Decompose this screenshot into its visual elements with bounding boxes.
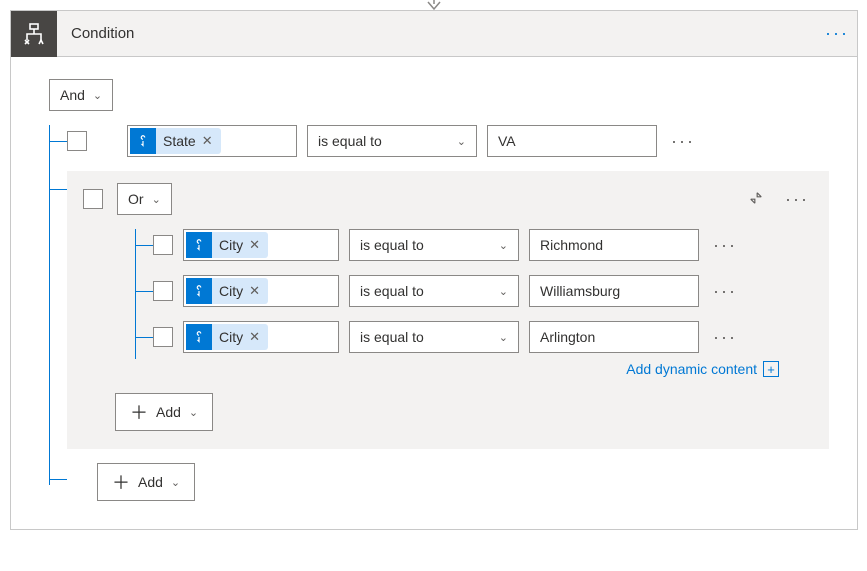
value-text: Arlington	[540, 329, 595, 345]
chevron-down-icon: ⌄	[171, 476, 180, 489]
root-logic-select[interactable]: And ⌄	[49, 79, 113, 111]
field-token: State ✕	[130, 128, 221, 154]
value-text: VA	[498, 133, 516, 149]
chevron-down-icon: ⌄	[189, 406, 198, 419]
field-label: City	[219, 329, 243, 345]
field-label: City	[219, 237, 243, 253]
field-label: City	[219, 283, 243, 299]
remove-token-icon[interactable]: ✕	[249, 237, 260, 253]
nested-logic-label: Or	[128, 191, 144, 207]
operator-label: is equal to	[360, 329, 424, 345]
chevron-down-icon: ⌄	[152, 193, 161, 206]
operator-label: is equal to	[360, 283, 424, 299]
operator-select[interactable]: is equal to ⌄	[349, 275, 519, 307]
trigger-icon	[186, 324, 212, 350]
remove-token-icon[interactable]: ✕	[202, 133, 213, 149]
card-menu-button[interactable]: ···	[817, 23, 857, 44]
operator-label: is equal to	[360, 237, 424, 253]
row-menu-button[interactable]: ···	[667, 131, 699, 152]
outer-add-row: ＋ Add ⌄	[67, 463, 829, 501]
trigger-icon	[186, 278, 212, 304]
nested-add-row: ＋ Add ⌄	[115, 393, 813, 431]
add-label: Add	[156, 404, 181, 420]
condition-row: State ✕ is equal to ⌄ VA ···	[67, 125, 829, 157]
flow-arrow-icon	[424, 0, 444, 11]
trigger-icon	[130, 128, 156, 154]
condition-card: Condition ··· And ⌄ State ✕	[10, 10, 858, 530]
operator-select[interactable]: is equal to ⌄	[349, 321, 519, 353]
row-checkbox[interactable]	[153, 281, 173, 301]
card-title: Condition	[57, 25, 817, 42]
row-checkbox[interactable]	[153, 327, 173, 347]
root-logic-label: And	[60, 87, 85, 103]
condition-body: And ⌄ State ✕ is equal to	[11, 57, 857, 529]
operator-select[interactable]: is equal to ⌄	[349, 229, 519, 261]
chevron-down-icon: ⌄	[499, 331, 508, 344]
field-token: City ✕	[186, 324, 268, 350]
condition-row: City ✕ is equal to ⌄ Richmond ···	[153, 229, 813, 261]
field-token-box[interactable]: City ✕	[183, 229, 339, 261]
nested-header: Or ⌄ ···	[83, 183, 813, 215]
root-tree: State ✕ is equal to ⌄ VA ···	[49, 125, 829, 501]
field-token-box[interactable]: City ✕	[183, 321, 339, 353]
dynamic-content-row: Add dynamic content +	[153, 353, 813, 377]
outer-add-button[interactable]: ＋ Add ⌄	[97, 463, 195, 501]
plus-icon: ＋	[130, 399, 148, 425]
value-input[interactable]: VA	[487, 125, 657, 157]
operator-label: is equal to	[318, 133, 382, 149]
remove-token-icon[interactable]: ✕	[249, 329, 260, 345]
dynamic-link-label: Add dynamic content	[626, 361, 757, 377]
nested-tree: City ✕ is equal to ⌄ Richmond ···	[135, 229, 813, 377]
row-menu-button[interactable]: ···	[709, 281, 741, 302]
chevron-down-icon: ⌄	[93, 89, 102, 102]
nested-logic-select[interactable]: Or ⌄	[117, 183, 172, 215]
condition-row: City ✕ is equal to ⌄ Arlington ···	[153, 321, 813, 353]
value-input[interactable]: Arlington	[529, 321, 699, 353]
collapse-icon[interactable]	[745, 191, 767, 208]
field-token: City ✕	[186, 278, 268, 304]
chevron-down-icon: ⌄	[499, 285, 508, 298]
nested-add-button[interactable]: ＋ Add ⌄	[115, 393, 213, 431]
remove-token-icon[interactable]: ✕	[249, 283, 260, 299]
row-checkbox[interactable]	[153, 235, 173, 255]
row-menu-button[interactable]: ···	[709, 327, 741, 348]
chevron-down-icon: ⌄	[457, 135, 466, 148]
field-label: State	[163, 133, 196, 149]
plus-box-icon: +	[763, 361, 779, 377]
field-token-box[interactable]: State ✕	[127, 125, 297, 157]
card-header: Condition ···	[11, 11, 857, 57]
plus-icon: ＋	[112, 469, 130, 495]
trigger-icon	[186, 232, 212, 258]
value-text: Williamsburg	[540, 283, 620, 299]
chevron-down-icon: ⌄	[499, 239, 508, 252]
operator-select[interactable]: is equal to ⌄	[307, 125, 477, 157]
add-dynamic-content-link[interactable]: Add dynamic content +	[626, 361, 779, 377]
field-token-box[interactable]: City ✕	[183, 275, 339, 307]
group-menu-button[interactable]: ···	[781, 189, 813, 210]
group-checkbox[interactable]	[83, 189, 103, 209]
value-input[interactable]: Williamsburg	[529, 275, 699, 307]
row-menu-button[interactable]: ···	[709, 235, 741, 256]
condition-row: City ✕ is equal to ⌄ Williamsburg ···	[153, 275, 813, 307]
row-checkbox[interactable]	[67, 131, 87, 151]
nested-group: Or ⌄ ···	[67, 171, 829, 449]
add-label: Add	[138, 474, 163, 490]
condition-icon	[11, 11, 57, 57]
value-text: Richmond	[540, 237, 603, 253]
value-input[interactable]: Richmond	[529, 229, 699, 261]
field-token: City ✕	[186, 232, 268, 258]
